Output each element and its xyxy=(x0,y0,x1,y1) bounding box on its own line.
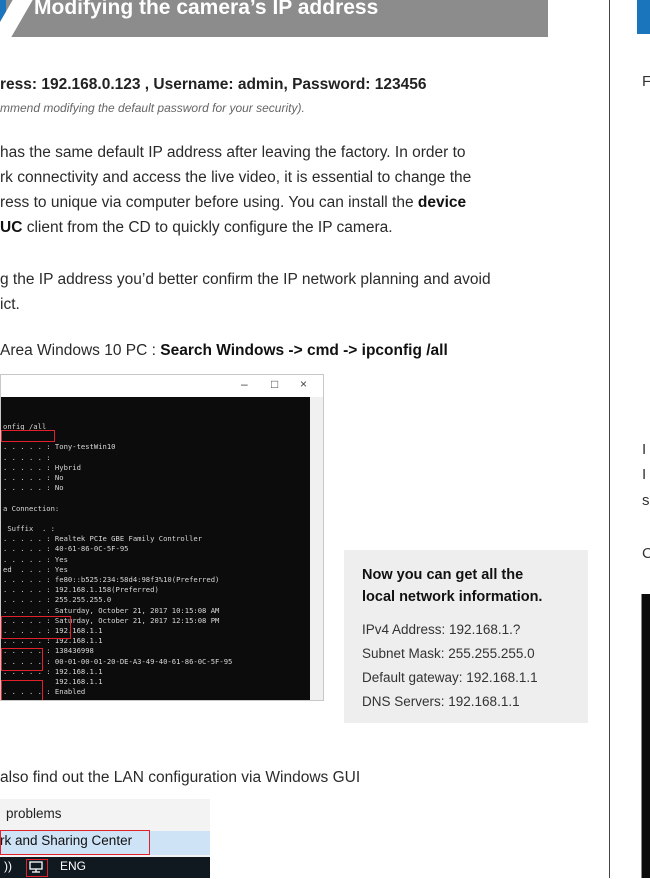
cmd-titlebar: – □ × xyxy=(1,375,323,397)
cmd-output-line: . . . . . : Hybrid xyxy=(3,462,81,472)
para1-line3: ress to unique via computer before using… xyxy=(0,194,467,211)
right-cmd-titlebar xyxy=(641,580,650,594)
cmd-output-line: ed . . . : Yes xyxy=(3,564,68,574)
cmd-output-line: . . . . . : 40-61-86-0C-5F-95 xyxy=(3,544,129,554)
right-text-fragment: F xyxy=(642,73,650,90)
cmd-output-line: . . . . . : No xyxy=(3,473,64,482)
network-info-box: Now you can get all the local network in… xyxy=(344,550,588,723)
right-text-fragment: I xyxy=(642,441,647,458)
highlight-network-center xyxy=(0,830,150,855)
highlight-gateway xyxy=(1,648,43,671)
cmd-output-line: . . . . . : Realtek PCIe GBE Family Cont… xyxy=(3,534,203,544)
network-icon xyxy=(29,861,43,873)
para2-line2: ict. xyxy=(0,296,20,313)
cmd-output-line: . . . . . : Tony-testWin10 xyxy=(3,442,116,452)
cmd-output-line: . . . . . : 192.168.1.158(Preferred) xyxy=(3,585,159,595)
cmd-instruction: Area Windows 10 PC : Search Windows -> c… xyxy=(0,342,448,359)
default-credentials: ress: 192.168.0.123 , Username: admin, P… xyxy=(0,76,427,93)
info-ipv4: IPv4 Address: 192.168.1.? xyxy=(362,622,521,637)
cmd-output-line: . . . . . : Yes xyxy=(3,554,68,564)
gui-menu-screenshot: problems rk and Sharing Center )) ENG xyxy=(0,799,210,878)
info-subnet: Subnet Mask: 255.255.255.0 xyxy=(362,646,535,661)
menu-item-troubleshoot: problems xyxy=(6,806,62,821)
highlight-ipconfig xyxy=(1,430,55,442)
para1-line2: rk connectivity and access the live vide… xyxy=(0,169,472,186)
gui-instruction: also find out the LAN configuration via … xyxy=(0,769,361,786)
column-divider xyxy=(609,0,610,878)
windows-taskbar: )) ENG xyxy=(0,857,210,878)
right-text-fragment: I xyxy=(642,466,647,483)
cmd-scrollbar xyxy=(310,397,323,700)
highlight-network-icon xyxy=(26,859,48,877)
right-text-fragment: C xyxy=(642,545,650,562)
para1-line1: has the same default IP address after le… xyxy=(0,144,466,161)
cmd-output-line: . . . . . : xyxy=(3,452,51,462)
para2-line1: g the IP address you’d better confirm th… xyxy=(0,271,491,288)
para1-line4: UC client from the CD to quickly configu… xyxy=(0,219,393,236)
cmd-console: onfig /all. . . . . : Tony-testWin10. . … xyxy=(1,397,310,700)
info-heading: Now you can get all the local network in… xyxy=(362,567,543,605)
cmd-output-line: Suffix . : xyxy=(3,524,55,533)
page-title: Modifying the camera’s IP address xyxy=(34,0,379,19)
cmd-window-screenshot: – □ × onfig /all. . . . . : Tony-testWin… xyxy=(0,374,324,701)
password-recommendation: mmend modifying the default password for… xyxy=(0,101,305,115)
close-icon: × xyxy=(300,377,308,391)
highlight-dns xyxy=(1,680,43,700)
info-gateway: Default gateway: 192.168.1.1 xyxy=(362,670,538,685)
cmd-output-line: . . . . . : No xyxy=(3,483,64,493)
speaker-icon: )) xyxy=(4,859,12,873)
right-text-fragment: s xyxy=(642,492,650,509)
cmd-output-line: a Connection: xyxy=(3,503,60,513)
cmd-output-line: . . . . . : 255.255.255.0 xyxy=(3,595,112,605)
right-banner-accent xyxy=(637,0,650,34)
cmd-output-line: . . . . . : Saturday, October 21, 2017 1… xyxy=(3,605,220,615)
highlight-ipv4-subnet xyxy=(1,616,71,639)
info-dns: DNS Servers: 192.168.1.1 xyxy=(362,694,520,709)
minimize-icon: – xyxy=(241,377,248,391)
language-indicator: ENG xyxy=(60,859,87,873)
cmd-output-line: . . . . . : fe80::b525:234:58d4:98f3%10(… xyxy=(3,575,220,584)
maximize-icon: □ xyxy=(271,377,279,391)
right-cmd-screenshot xyxy=(641,580,650,878)
